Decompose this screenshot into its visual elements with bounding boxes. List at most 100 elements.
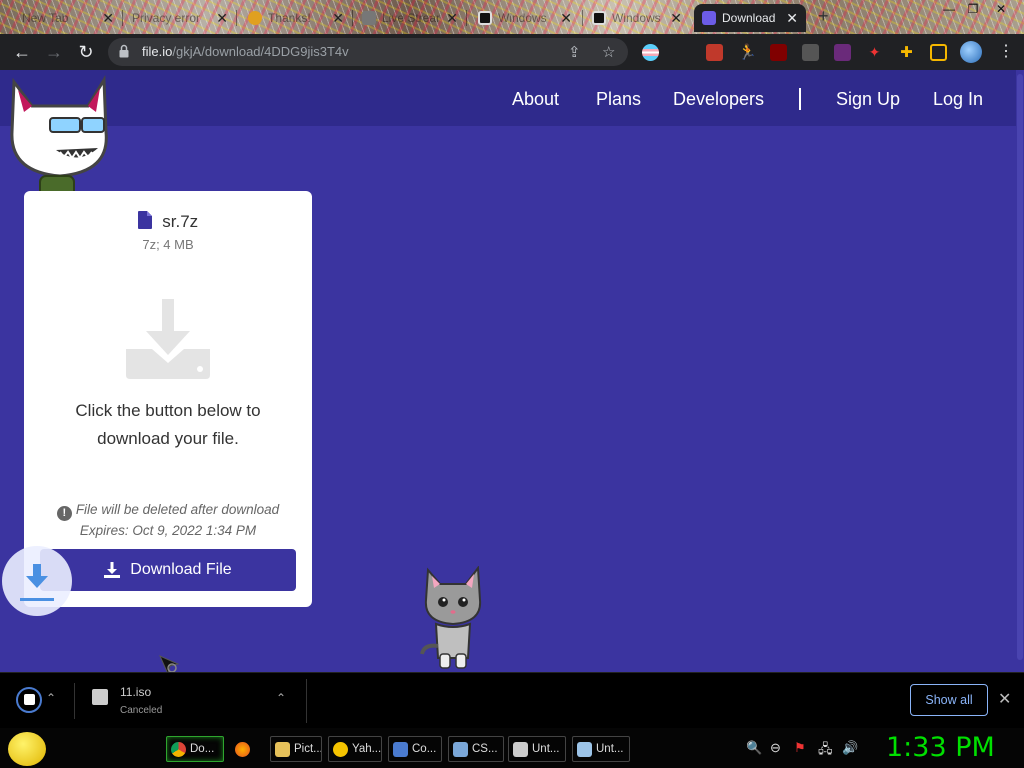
instructions-text: Click the button below to download your … <box>75 401 261 448</box>
address-bar[interactable]: file.io/gkjA/download/4DDG9jis3T4v ⇪ ☆ <box>108 38 628 66</box>
close-icon[interactable]: ✕ <box>332 10 344 27</box>
chevron-up-icon[interactable]: ⌃ <box>276 691 286 705</box>
start-smiley-icon[interactable] <box>8 732 46 766</box>
nav-developers[interactable]: Developers <box>673 89 764 110</box>
tab-thanks[interactable]: Thanks! ✕ <box>240 4 352 32</box>
taskbar-yahoo[interactable]: Yah... <box>328 736 382 762</box>
task-label: Yah... <box>352 743 382 755</box>
control-panel-icon <box>393 741 408 757</box>
file-icon <box>137 211 152 229</box>
taskbar-untitled-notepad[interactable]: Unt... <box>572 736 630 762</box>
taskbar-chrome[interactable]: Do... <box>166 736 224 762</box>
runner-extension-icon[interactable]: 🏃 <box>738 44 757 61</box>
tab-strip: New Tab ✕ Privacy error ✕ Thanks! ✕ Live… <box>0 0 1024 34</box>
sidepanel-icon[interactable] <box>930 44 947 61</box>
window-icon <box>453 741 468 757</box>
mouse-cursor <box>159 655 180 672</box>
tab-download[interactable]: Download ✕ <box>694 4 806 32</box>
task-label: CS... <box>472 743 498 755</box>
reload-icon[interactable]: ↻ <box>74 40 98 64</box>
task-label: Pict... <box>294 743 322 755</box>
windows-page-icon <box>592 11 606 25</box>
tab-windows-1[interactable]: Windows ✕ <box>470 4 580 32</box>
network-icon[interactable]: 🖧 <box>818 740 833 762</box>
nav-log-in[interactable]: Log In <box>933 89 983 110</box>
tab-title: New Tab <box>22 11 69 25</box>
shelf-divider <box>306 679 307 723</box>
tab-title: Privacy error <box>132 11 201 25</box>
nav-about[interactable]: About <box>512 89 559 110</box>
close-icon[interactable]: ✕ <box>446 10 458 27</box>
scrollbar-thumb[interactable] <box>1017 74 1023 660</box>
minimize-icon[interactable]: — <box>938 2 960 16</box>
menu-kebab-icon[interactable]: ⋮ <box>994 40 1018 64</box>
download-file-label: Download File <box>130 561 232 578</box>
back-icon[interactable]: ← <box>10 40 34 64</box>
tab-new-tab[interactable]: New Tab ✕ <box>14 4 122 32</box>
profile-avatar[interactable] <box>960 41 982 63</box>
close-icon[interactable]: ✕ <box>670 10 682 27</box>
page-content: About Plans Developers Sign Up Log In sr… <box>0 70 1024 672</box>
nav-plans[interactable]: Plans <box>596 89 641 110</box>
download-file-name: 11.iso <box>120 685 152 699</box>
extension-icon[interactable] <box>834 44 851 61</box>
share-icon[interactable]: ⇪ <box>568 43 581 61</box>
forward-icon[interactable]: → <box>42 40 66 64</box>
taskbar-control-panel[interactable]: Co... <box>388 736 442 762</box>
bookmark-star-icon[interactable]: ☆ <box>602 43 615 61</box>
browser-toolbar: ← → ↻ file.io/gkjA/download/4DDG9jis3T4v… <box>0 34 1024 70</box>
nav-sign-up[interactable]: Sign Up <box>836 89 900 110</box>
flag-extension-icon[interactable] <box>642 44 659 61</box>
download-bubble[interactable] <box>2 546 72 616</box>
chevron-up-icon[interactable]: ⌃ <box>46 691 56 705</box>
ublock-extension-icon[interactable] <box>770 44 787 61</box>
taskbar-firefox[interactable] <box>230 736 258 762</box>
tab-title: Live Stream <box>382 11 441 25</box>
smiley-icon <box>333 741 348 757</box>
tab-privacy-error[interactable]: Privacy error ✕ <box>124 4 236 32</box>
search-icon[interactable]: 🔍 <box>746 740 762 756</box>
site-header: About Plans Developers Sign Up Log In <box>0 70 1016 126</box>
notepad-icon <box>577 741 592 757</box>
close-icon[interactable]: ✕ <box>998 689 1011 709</box>
new-tab-button[interactable]: + <box>818 6 829 27</box>
taskbar-pictures[interactable]: Pict... <box>270 736 322 762</box>
download-shelf: ⌃ 11.iso Canceled ⌃ Show all ✕ <box>0 672 1024 728</box>
show-all-button[interactable]: Show all <box>910 684 988 716</box>
shelf-app-icon[interactable] <box>16 687 42 713</box>
close-window-icon[interactable]: ✕ <box>990 2 1012 16</box>
close-icon[interactable]: ✕ <box>560 10 572 27</box>
task-label: Unt... <box>596 743 624 755</box>
paw-extension-icon[interactable] <box>706 44 723 61</box>
close-icon[interactable]: ✕ <box>786 10 798 27</box>
figure-extension-icon[interactable]: ✦ <box>866 44 883 61</box>
taskbar: Do... Pict... Yah... Co... CS... Unt... … <box>0 728 1024 768</box>
restore-icon[interactable]: ❐ <box>962 2 984 16</box>
puzzle-extensions-icon[interactable]: ✚ <box>898 44 915 61</box>
iso-file-icon <box>92 689 108 705</box>
volume-icon[interactable]: 🔊 <box>842 740 858 756</box>
taskbar-cs[interactable]: CS... <box>448 736 504 762</box>
download-item[interactable]: 11.iso Canceled ⌃ <box>86 683 296 719</box>
nav-divider <box>799 88 801 110</box>
stream-icon <box>362 11 376 25</box>
task-label: Co... <box>412 743 437 755</box>
close-icon[interactable]: ✕ <box>216 10 228 27</box>
download-file-button[interactable]: Download File <box>40 549 296 591</box>
delete-notice: File will be deleted after download <box>75 502 280 517</box>
firefox-icon <box>235 741 250 757</box>
close-icon[interactable]: ✕ <box>102 10 114 27</box>
download-status: Canceled <box>120 705 163 716</box>
tab-title: Thanks! <box>268 11 311 25</box>
tab-windows-2[interactable]: Windows ✕ <box>584 4 690 32</box>
taskbar-untitled-paint[interactable]: Unt... <box>508 736 566 762</box>
page-scrollbar[interactable] <box>1016 70 1024 672</box>
flag-icon[interactable]: ⚑ <box>794 740 806 756</box>
minus-circle-icon[interactable]: ⊖ <box>770 740 781 756</box>
tab-live-stream[interactable]: Live Stream ✕ <box>354 4 466 32</box>
clock[interactable]: 1:33 PM <box>886 732 995 763</box>
shelf-divider <box>74 683 75 719</box>
download-card: sr.7z 7z; 4 MB Click the button below to… <box>24 191 312 607</box>
extension-icon[interactable] <box>802 44 819 61</box>
paint-icon <box>513 741 528 757</box>
